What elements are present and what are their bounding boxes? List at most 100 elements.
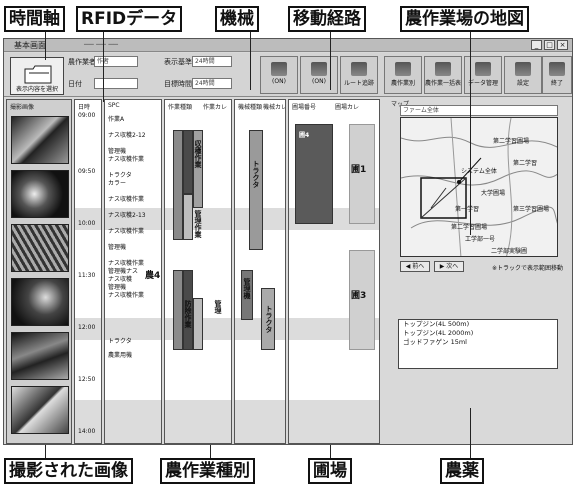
field-label: 圃3 [351,291,367,301]
select-display-button[interactable]: 表示内容を選択 [10,57,64,95]
callout-work-type: 農作業種別 [160,458,255,484]
minimize-button[interactable]: _ [531,40,542,50]
time-band [235,318,285,340]
map-note: ※トラックで表示範囲移動 [492,265,564,272]
rfid-entry: ナス収穫作業 [108,156,145,163]
work-block[interactable] [183,130,193,194]
callout-rfid-data: RFIDデータ [76,6,183,32]
machine-label: トラクタ [265,305,273,333]
callout-captured-images: 撮影された画像 [4,458,133,484]
rfid-data-panel: SPC 作業A ナス収穫2-12 管理機 ナス収穫作業 トラクタ カラー ナス収… [104,99,162,444]
gps-on-label: (ON) [312,78,326,85]
photo-thumbnail[interactable] [11,386,69,434]
select-display-label: 表示内容を選択 [15,86,58,93]
route-trace-label: ルート追跡 [343,80,374,87]
camera-on-button[interactable]: (ON) [260,56,298,94]
gear-icon [515,62,531,76]
maximize-button[interactable]: □ [544,40,555,50]
work-block[interactable] [173,270,183,350]
pesticide-entry: トップジン(4L 2000m) [403,329,474,337]
settings-label: 設定 [516,80,529,87]
map-side-panel: マップ ファーム全体 第二学習圃場 第二学習 システム全体 大学圃場 第一学習 … [388,99,572,444]
leader-line [330,30,331,90]
target-time-select[interactable]: 24時間 [192,78,232,89]
camera-on-label: (ON) [272,78,286,85]
field-panel: 圃場番号 圃場カレ 圃1 圃2 圃3 圃4 [288,99,380,444]
photo-thumbnail[interactable] [11,224,69,272]
work-block[interactable] [193,298,203,350]
time-header: 日時 [78,104,91,111]
map-next-button[interactable]: ▶ 次へ [434,261,464,272]
map-place: 工学部一号 [465,236,496,243]
date-label: 日付 [68,80,82,88]
rfid-entry: ナス収穫2-13 [108,212,146,219]
gps-icon [311,62,327,76]
map-place: 大学圃場 [481,190,506,197]
target-time-label: 目標時間 [164,80,192,88]
callout-pesticide: 農薬 [440,458,484,484]
rfid-header: SPC [108,102,120,109]
photo-thumbnail[interactable] [11,170,69,218]
time-label: 12:00 [78,324,96,331]
work-block[interactable] [173,130,183,240]
leader-line [470,408,471,458]
database-icon [475,62,491,76]
map-area-select[interactable]: ファーム全体 [400,105,558,116]
field-label: 圃1 [351,165,367,175]
time-axis-panel: 日時 09:00 09:50 10:00 11:30 12:00 12:50 1… [74,99,102,444]
rfid-entry: ナス収穫作業 [108,196,145,203]
photo-thumbnail[interactable] [11,116,69,164]
time-band [165,400,231,443]
rfid-field-label: 農4 [145,271,161,281]
machine-label: トラクタ [252,160,260,188]
leader-line [45,445,46,459]
leader-line [45,30,46,60]
time-band [289,400,379,443]
work-header: 作業種類 [168,104,193,111]
machine-label: 管理機 [243,278,251,299]
close-button[interactable]: × [557,40,568,50]
map-place: システム全体 [461,168,497,175]
machine-block[interactable] [249,130,263,250]
leader-line [330,445,331,459]
display-basis-label: 表示基準 [164,58,192,66]
route-trace-button[interactable]: ルート追跡 [340,56,378,94]
time-label: 11:30 [78,272,96,279]
document-icon [435,62,451,76]
settings-button[interactable]: 設定 [504,56,542,94]
time-label: 14:00 [78,428,96,435]
photo-thumbnail[interactable] [11,278,69,326]
field-block[interactable] [295,124,333,224]
captured-images-panel: 撮影画像 [6,99,72,444]
title-bar: 基本画面 ── ── ── _ □ × [4,39,572,52]
callout-field: 圃場 [308,458,352,484]
window-title: 基本画面 [14,41,46,50]
display-basis-select[interactable]: 24時間 [192,56,232,67]
work-type-panel: 作業種類 作業カレ 収穫作業 管理作業 防除作業 管理 [164,99,232,444]
map-prev-button[interactable]: ◀ 前へ [400,261,430,272]
leader-line [103,30,104,102]
pesticide-list[interactable]: トップジン(4L 500m) トップジン(4L 2000m) ゴッドファゲン 1… [398,319,558,369]
map-place: 第一学習 [455,206,480,213]
title-decoration: ── ── ── [84,40,118,49]
work-list-button[interactable]: 農作業一括表 [424,56,462,94]
person-walk-icon [351,62,367,76]
rfid-entry: 農業用機 [108,352,133,359]
field-map[interactable]: 第二学習圃場 第二学習 システム全体 大学圃場 第一学習 第三学習圃場 第二学習… [400,117,558,257]
machine-header-sub: 機械カレ [263,104,286,111]
worker-input[interactable]: 作者 [94,56,138,67]
leader-line [210,445,211,459]
work-label: 防除作業 [184,300,192,328]
gps-on-button[interactable]: (ON) [300,56,338,94]
work-list-label: 農作業一括表 [425,80,462,87]
callout-route: 移動経路 [288,6,366,32]
work-block[interactable] [183,194,193,240]
work-label: 管理作業 [194,210,202,238]
by-work-button[interactable]: 農作業別 [384,56,422,94]
exit-button[interactable]: 終了 [542,56,572,94]
leader-line [470,30,471,235]
date-input[interactable] [94,78,138,89]
rfid-entry: 管理機 [108,244,127,251]
photo-thumbnail[interactable] [11,332,69,380]
rfid-entry: カラー [108,180,127,187]
